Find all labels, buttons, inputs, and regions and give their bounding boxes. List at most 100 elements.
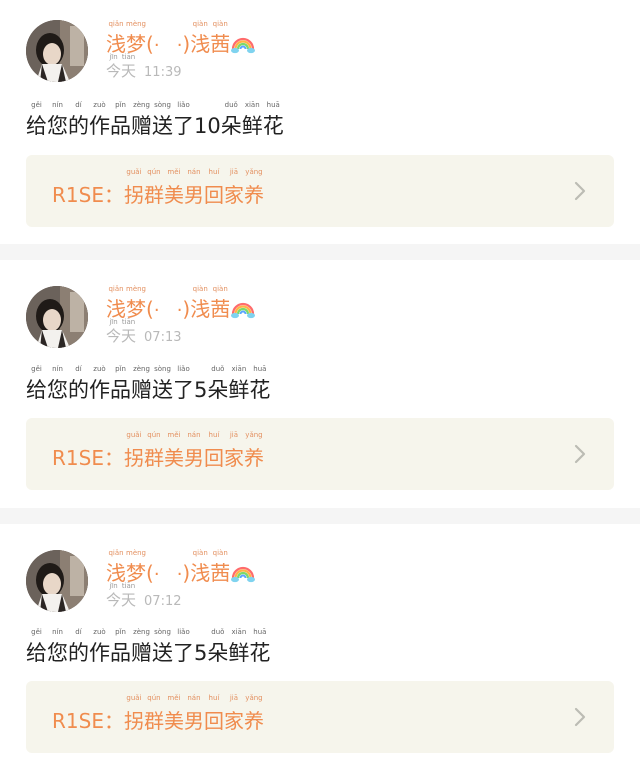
work-title-prefix: R1SE： xyxy=(52,446,124,470)
char: 品 xyxy=(110,114,131,138)
pinyin: zuò xyxy=(93,365,106,373)
ruby-char: 鲜 xiān xyxy=(228,365,250,403)
pinyin: tiān xyxy=(121,53,136,61)
ruby-char: 5 xyxy=(194,377,207,403)
pinyin: měi xyxy=(167,168,181,176)
pinyin: huí xyxy=(208,431,220,439)
ruby-char: 给 gěi xyxy=(26,628,47,666)
gift-notification-card: 浅 qiǎn 梦 mèng (· ·)浅 qiàn 茜 qiàn 今 jīn 天 tiān 07:12… xyxy=(0,524,640,761)
char: 男 xyxy=(183,183,204,207)
pinyin: jiā xyxy=(229,694,239,702)
pinyin: xiān xyxy=(231,365,247,373)
work-title-prefix: R1SE： xyxy=(52,183,124,207)
work-title-char: 群 qún xyxy=(143,168,164,208)
pinyin: liǎo xyxy=(177,628,190,636)
pinyin: xiān xyxy=(231,628,247,636)
username-char: 浅 qiàn xyxy=(190,20,210,56)
char: 美 xyxy=(163,709,184,733)
char: 茜 xyxy=(210,561,231,585)
char: · · xyxy=(153,35,183,56)
pinyin: qiàn xyxy=(212,285,228,293)
ruby-char: 给 gěi xyxy=(26,101,47,139)
work-title-char: 美 měi xyxy=(163,694,184,734)
ruby-char: 的 dí xyxy=(68,365,89,403)
pinyin: yǎng xyxy=(245,694,263,702)
username-char: 茜 qiàn xyxy=(210,285,230,321)
rainbow-icon xyxy=(231,566,256,583)
char: 花 xyxy=(249,641,271,665)
char: · · xyxy=(153,564,183,585)
char: ( xyxy=(146,561,154,585)
pinyin: duǒ xyxy=(224,101,238,109)
avatar[interactable] xyxy=(26,550,88,612)
timestamp-day: 今 jīn 天 tiān xyxy=(106,582,136,609)
username-char: ( xyxy=(146,561,154,585)
day-char: 天 tiān xyxy=(121,53,137,80)
char: ) xyxy=(182,32,191,56)
work-link-card[interactable]: R1SE：拐 guǎi 群 qún 美 měi 男 nán 回 huí 家 jiā 养 yǎng xyxy=(26,155,614,227)
pinyin: jiā xyxy=(229,431,239,439)
work-title-char: 养 yǎng xyxy=(243,431,264,471)
timestamp-clock: 07:13 xyxy=(144,330,182,345)
char: 今 xyxy=(106,327,122,345)
pinyin: mèng xyxy=(126,285,147,293)
char: 赠 xyxy=(131,641,152,665)
pinyin: pǐn xyxy=(115,628,126,636)
work-title: R1SE：拐 guǎi 群 qún 美 měi 男 nán 回 huí 家 jiā 养 yǎng xyxy=(52,694,264,734)
avatar[interactable] xyxy=(26,20,88,82)
work-title-char: 回 huí xyxy=(203,694,224,734)
username-char: · · xyxy=(154,297,183,323)
username-char: · · xyxy=(154,32,183,58)
char: 美 xyxy=(163,183,184,207)
char: 天 xyxy=(121,62,137,80)
ruby-char: 了 liǎo xyxy=(173,101,194,139)
ruby-char: 10 xyxy=(194,113,221,139)
char: 回 xyxy=(203,709,224,733)
pinyin: nán xyxy=(187,168,201,176)
char: 养 xyxy=(243,183,264,207)
pinyin: dí xyxy=(75,365,82,373)
pinyin: qiǎn xyxy=(108,285,124,293)
day-char: 天 tiān xyxy=(121,318,136,345)
pinyin: sòng xyxy=(154,628,171,636)
avatar[interactable] xyxy=(26,286,88,348)
work-title-char: 回 huí xyxy=(204,431,224,471)
char: 鲜 xyxy=(228,641,250,665)
char: ) xyxy=(182,561,191,585)
work-link-card[interactable]: R1SE：拐 guǎi 群 qún 美 měi 男 nán 回 huí 家 jiā 养 yǎng xyxy=(26,418,614,490)
char: 美 xyxy=(163,446,184,470)
pinyin: mèng xyxy=(126,549,147,557)
work-title-char: 养 yǎng xyxy=(244,694,264,734)
work-title-char: 美 měi xyxy=(163,431,184,471)
ruby-char: 品 pǐn xyxy=(110,101,131,139)
char: 男 xyxy=(183,446,204,470)
gift-message: 给 gěi 您 nín 的 dí 作 zuò 品 pǐn 赠 zèng 送 sòng 了 liǎo 10朵 duǒ… xyxy=(26,101,284,139)
day-char: 今 jīn xyxy=(106,318,122,345)
username-char: ) xyxy=(182,32,190,56)
char: · · xyxy=(153,300,183,321)
section-divider xyxy=(0,508,640,524)
work-link-card[interactable]: R1SE：拐 guǎi 群 qún 美 měi 男 nán 回 huí 家 jiā 养 yǎng xyxy=(26,681,614,753)
pinyin: dí xyxy=(75,628,82,636)
ruby-char: 5 xyxy=(194,640,207,666)
char: 养 xyxy=(243,446,264,470)
pinyin: huā xyxy=(266,101,280,109)
char: 今 xyxy=(106,591,122,609)
ruby-char: 的 dí xyxy=(68,628,89,666)
pinyin: qiàn xyxy=(212,549,228,557)
pinyin: sòng xyxy=(154,101,171,109)
pinyin: guǎi xyxy=(126,431,142,439)
ruby-char: 赠 zèng xyxy=(131,365,152,403)
ruby-char: 作 zuò xyxy=(89,101,110,139)
char: 鲜 xyxy=(228,378,250,402)
pinyin: nín xyxy=(52,628,63,636)
pinyin: tiān xyxy=(121,318,136,326)
gift-message: 给 gěi 您 nín 的 dí 作 zuò 品 pǐn 赠 zèng 送 sòng 了 liǎo 5朵 duǒ 鲜… xyxy=(26,628,271,666)
username-char: 茜 qiàn xyxy=(210,20,230,56)
ruby-char: 花 huā xyxy=(249,628,271,666)
ruby-char: 您 nín xyxy=(47,628,68,666)
char: 群 xyxy=(143,183,164,207)
char: 赠 xyxy=(131,378,152,402)
pinyin: qiàn xyxy=(192,549,208,557)
char: 拐 xyxy=(123,709,144,733)
